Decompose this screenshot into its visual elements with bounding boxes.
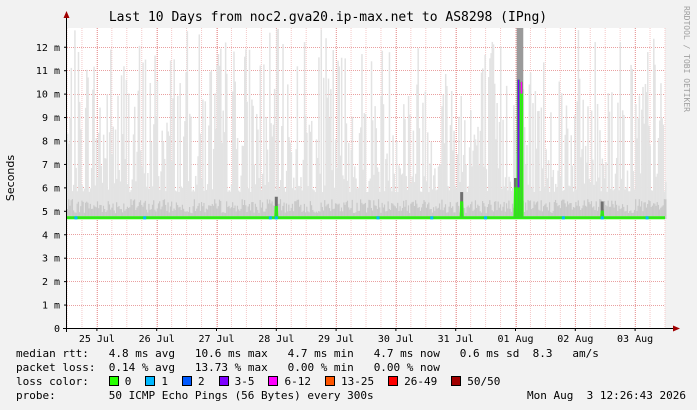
loss-color-swatch: [218, 376, 229, 386]
loss-color-item-label: 13-25: [340, 375, 375, 388]
loss-color-items: 0 1 2 3-5 6-12 13-25 26-49 50/50: [108, 375, 515, 388]
loss-marker: [268, 216, 272, 220]
loss-color-item: 13-25: [324, 375, 375, 388]
loss-color-item-label: 26-49: [404, 375, 438, 388]
loss-color-item-label: 0: [124, 375, 132, 388]
loss-marker: [645, 216, 649, 220]
median-rtt-avg: 4.8 ms avg: [108, 347, 175, 360]
loss-color-swatch: [108, 376, 119, 386]
probe-description: 50 ICMP Echo Pings (56 Bytes) every 300s: [108, 389, 374, 402]
x-tick-label: 28 Jul: [258, 334, 294, 345]
y-tick-label: 9 m: [42, 113, 60, 124]
y-axis-label: Seconds: [4, 155, 17, 201]
median-rtt-label: median rtt:: [16, 347, 89, 360]
probe-label: probe:: [16, 389, 56, 402]
y-tick-label: 3 m: [42, 254, 60, 265]
y-tick-label: 1 m: [42, 301, 60, 312]
smoke-outer: [320, 29, 323, 218]
x-tick-label: 25 Jul: [79, 334, 115, 345]
loss-color-item-label: 2: [197, 375, 205, 388]
loss-marker: [143, 216, 147, 220]
median-rtt-now: 4.7 ms now: [373, 347, 440, 360]
loss-marker: [74, 216, 78, 220]
packet-loss-min: 0.00 % min: [287, 361, 354, 374]
x-tick-label: 01 Aug: [497, 334, 533, 345]
loss-color-swatch: [181, 376, 192, 386]
loss-color-item-label: 50/50: [467, 375, 501, 388]
y-tick-label: 10 m: [36, 90, 60, 101]
chart-title: Last 10 Days from noc2.gva20.ip-max.net …: [109, 10, 547, 25]
x-tick-label: 02 Aug: [557, 334, 593, 345]
loss-color-item-label: 1: [161, 375, 168, 388]
loss-color-swatch: [324, 376, 335, 386]
loss-color-item: 6-12: [268, 375, 311, 388]
loss-color-item: 50/50: [451, 375, 500, 388]
y-tick-label: 5 m: [42, 207, 60, 218]
y-tick-label: 12 m: [36, 43, 60, 54]
smoke-inner: [665, 199, 667, 220]
y-tick-label: 7 m: [42, 160, 60, 171]
median-rtt-row: median rtt: 4.8 ms avg 10.6 ms max 4.7 m…: [16, 347, 599, 360]
median-rtt-max: 10.6 ms max: [194, 347, 268, 360]
x-tick-label: 27 Jul: [198, 334, 234, 345]
loss-color-item: 26-49: [388, 375, 437, 388]
loss-color-item: 1: [145, 375, 168, 388]
packet-loss-label: packet loss:: [16, 361, 96, 374]
loss-color-label: loss color:: [16, 375, 89, 388]
smokeping-graph: 01 m2 m3 m4 m5 m6 m7 m8 m9 m 10 m 11 m 12 m…: [0, 0, 697, 410]
x-tick-label: 29 Jul: [318, 334, 354, 345]
x-tick-label: 31 Jul: [438, 334, 474, 345]
packet-loss-avg: 0.14 % avg: [108, 361, 175, 374]
loss-color-swatch: [451, 376, 462, 386]
loss-color-swatch: [268, 376, 279, 386]
y-tick-label: 0: [54, 324, 60, 335]
x-tick-label: 03 Aug: [617, 334, 653, 345]
y-tick-label: 4 m: [42, 230, 60, 241]
loss-color-item: 3-5: [218, 375, 255, 388]
packet-loss-now: 0.00 % now: [373, 361, 440, 374]
y-tick-label: 8 m: [42, 137, 60, 148]
loss-color-swatch: [388, 376, 399, 386]
loss-marker: [600, 216, 604, 220]
probe-timestamp: Mon Aug 3 12:26:43 2026: [527, 389, 686, 402]
packet-loss-row: packet loss: 0.14 % avg 13.73 % max 0.00…: [16, 361, 440, 374]
rrdtool-credit: RRDTOOL / TOBI OETIKER: [682, 6, 691, 112]
latency-chart: 0 1 m 2 m 3 m 4 m 5 m 6 m 7 m 8 m 9 m 10 m 11 m 12 m…: [0, 0, 697, 345]
y-tick-label: 2 m: [42, 277, 60, 288]
loss-marker: [430, 216, 434, 220]
median-rtt-sd: 0.6 ms sd: [459, 347, 520, 360]
loss-marker: [484, 216, 488, 220]
loss-color-swatch: [145, 376, 156, 386]
y-tick-label: 6 m: [42, 183, 60, 194]
loss-color-item: 0: [108, 375, 132, 388]
x-tick-label: 30 Jul: [378, 334, 414, 345]
median-rtt-min: 4.7 ms min: [287, 347, 354, 360]
y-tick-label: 11 m: [36, 66, 60, 77]
loss-color-item-label: 6-12: [284, 375, 311, 388]
loss-color-item: 2: [181, 375, 205, 388]
loss-color-item-label: 3-5: [234, 375, 255, 388]
loss-marker: [561, 216, 565, 220]
packet-loss-max: 13.73 % max: [194, 361, 268, 374]
loss-marker: [274, 216, 278, 220]
loss-marker: [376, 216, 380, 220]
median-rtt-am: 8.3 am/s: [532, 347, 599, 360]
probe-row: probe: 50 ICMP Echo Pings (56 Bytes) eve…: [16, 389, 686, 402]
loss-color-row: loss color: 0 1 2 3-5 6-12 13-25 26-49 50/50: [16, 375, 514, 388]
x-tick-label: 26 Jul: [139, 334, 175, 345]
